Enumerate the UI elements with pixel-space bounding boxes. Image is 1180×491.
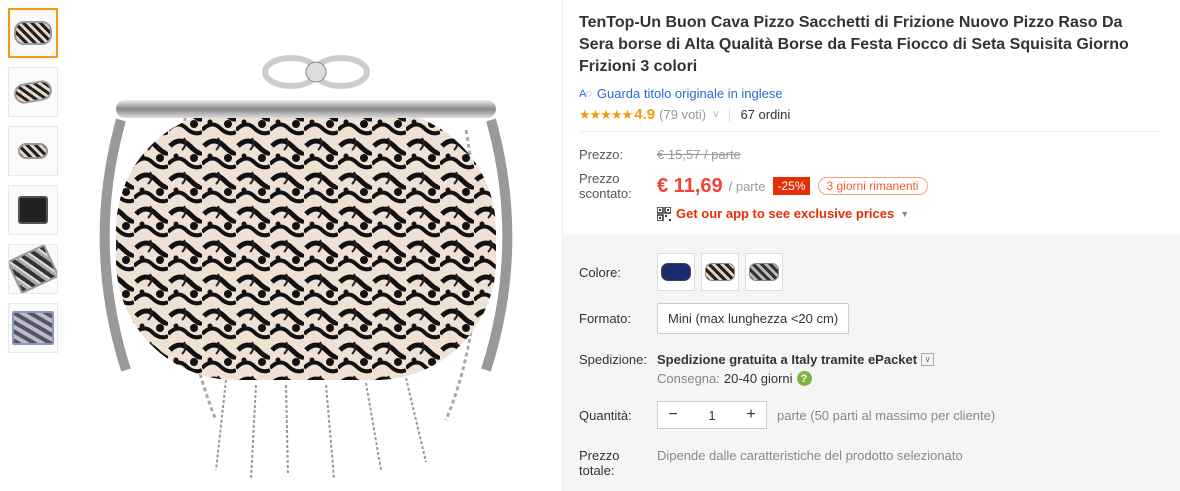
separator	[729, 107, 731, 122]
original-price: € 15,57 / parte	[657, 147, 741, 162]
total-note: Dipende dalle caratteristiche del prodot…	[657, 448, 963, 463]
qr-code-icon	[657, 206, 671, 221]
product-info: TenTop-Un Buon Cava Pizzo Sacchetti di F…	[579, 12, 1169, 123]
shipping-row: Spedizione: Spedizione gratuita a Italy …	[579, 352, 935, 386]
translate-link[interactable]: A◌ Guarda titolo originale in inglese	[579, 86, 1169, 101]
shipping-value: Spedizione gratuita a Italy tramite ePac…	[657, 352, 918, 367]
increase-button[interactable]: +	[736, 406, 766, 424]
rating-votes[interactable]: (79 voti)	[659, 107, 706, 122]
color-swatch-grey[interactable]	[745, 253, 783, 291]
translate-link-label: Guarda titolo originale in inglese	[596, 86, 783, 101]
color-swatch-beige[interactable]	[701, 253, 739, 291]
price-block: Prezzo: € 15,57 / parte Prezzo scontato:…	[579, 147, 1159, 221]
divider	[579, 131, 1159, 132]
help-icon[interactable]: ?	[796, 371, 812, 386]
quantity-label: Quantità:	[579, 407, 632, 423]
discount-badge: -25%	[773, 177, 810, 195]
thumbnail-2[interactable]	[8, 67, 58, 117]
clutch-bag-image	[99, 55, 513, 481]
rating-row: ★★★★★ 4.9 (79 voti) ∨ 67 ordini	[579, 106, 1169, 123]
quantity-stepper: − +	[657, 401, 767, 429]
app-promo[interactable]: Get our app to see exclusive prices ▼	[657, 206, 1159, 221]
thumbnail-3[interactable]	[8, 126, 58, 176]
price-label: Prezzo:	[579, 147, 624, 162]
quantity-input[interactable]	[688, 407, 736, 423]
chevron-down-icon[interactable]: ∨	[712, 109, 719, 120]
format-label: Formato:	[579, 311, 632, 326]
color-swatch-blue[interactable]	[657, 253, 695, 291]
format-row: Formato: Mini (max lunghezza <20 cm)	[579, 303, 850, 334]
main-product-image[interactable]	[66, 0, 556, 491]
delivery-label: Consegna:	[657, 371, 720, 386]
options-panel: Colore: Formato: Mini (max lunghezza <20…	[563, 235, 1180, 491]
thumbnail-6[interactable]	[8, 303, 58, 353]
thumbnail-4[interactable]	[8, 185, 58, 235]
rating-score: 4.9	[634, 106, 656, 123]
shipping-dropdown-icon[interactable]: ∨	[921, 353, 935, 366]
thumbnail-1[interactable]	[8, 8, 58, 58]
translate-icon: A◌	[579, 87, 592, 100]
color-label: Colore:	[579, 264, 621, 280]
delivery-value: 20-40 giorni	[723, 371, 793, 386]
discount-price-label: Prezzo scontato:	[579, 171, 632, 201]
days-left-badge: 3 giorni rimanenti	[817, 177, 928, 195]
quantity-row: Quantità: − + parte (50 parti al massimo…	[579, 401, 995, 429]
discounted-price: € 11,69	[657, 174, 723, 197]
total-label: Prezzo totale:	[579, 448, 620, 478]
thumbnail-list	[8, 8, 60, 362]
quantity-note: parte (50 parti al massimo per cliente)	[777, 407, 996, 423]
star-rating-icon: ★★★★★	[579, 106, 633, 122]
total-row: Prezzo totale: Dipende dalle caratterist…	[579, 448, 963, 478]
product-title: TenTop-Un Buon Cava Pizzo Sacchetti di F…	[579, 14, 1129, 75]
app-promo-label: Get our app to see exclusive prices	[676, 206, 895, 221]
decrease-button[interactable]: −	[658, 406, 688, 424]
per-unit: / parte	[728, 178, 766, 194]
thumbnail-5[interactable]	[8, 244, 58, 294]
orders-count: 67 ordini	[740, 107, 791, 122]
caret-down-icon: ▼	[900, 208, 910, 219]
shipping-label: Spedizione:	[579, 352, 647, 367]
color-row: Colore:	[579, 253, 783, 291]
format-option-mini[interactable]: Mini (max lunghezza <20 cm)	[657, 303, 850, 334]
